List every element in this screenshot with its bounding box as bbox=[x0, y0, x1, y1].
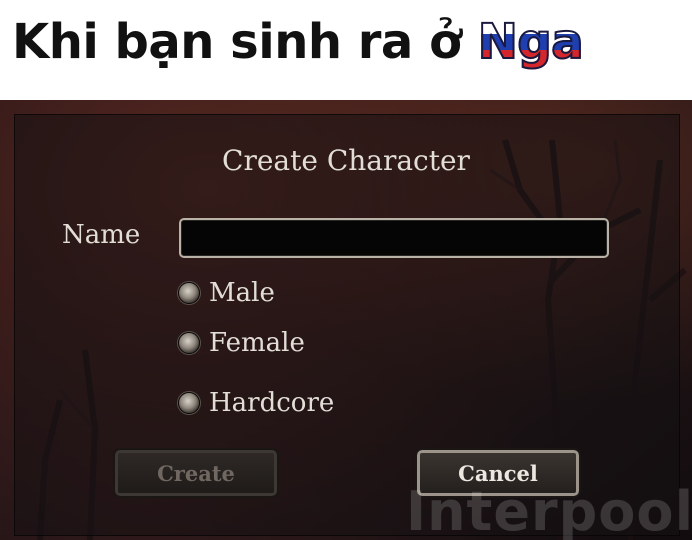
caption-text: Khi bạn sinh ra ở Nga bbox=[12, 13, 585, 71]
radio-female[interactable]: Female bbox=[178, 328, 305, 358]
caption-highlight-flag-word: Nga bbox=[477, 13, 585, 71]
radio-female-label: Female bbox=[209, 328, 305, 358]
game-screen: Create Character Name Male Female Hardco… bbox=[0, 100, 692, 540]
create-button[interactable]: Create bbox=[113, 448, 279, 498]
radio-button-icon[interactable] bbox=[178, 392, 200, 414]
radio-button-icon[interactable] bbox=[178, 282, 200, 304]
radio-hardcore-label: Hardcore bbox=[209, 388, 335, 418]
watermark: Interpool bbox=[406, 480, 692, 540]
name-label: Name bbox=[62, 220, 141, 250]
caption-prefix: Khi bạn sinh ra ở bbox=[12, 14, 478, 70]
meme-caption: Khi bạn sinh ra ở Nga bbox=[0, 0, 692, 100]
radio-hardcore[interactable]: Hardcore bbox=[178, 388, 334, 418]
name-input[interactable] bbox=[179, 218, 609, 258]
dialog-title: Create Character bbox=[222, 144, 470, 177]
dialog-panel bbox=[14, 114, 680, 536]
radio-male[interactable]: Male bbox=[178, 278, 275, 308]
radio-button-icon[interactable] bbox=[178, 332, 200, 354]
radio-male-label: Male bbox=[209, 278, 275, 308]
